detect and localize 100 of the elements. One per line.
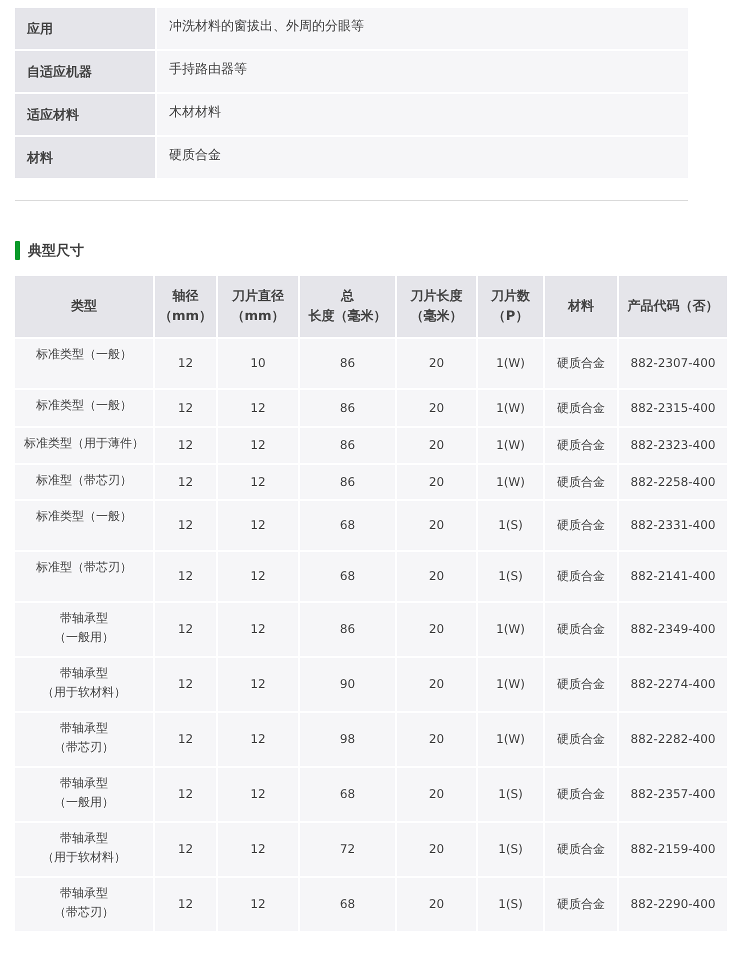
column-header: 材料 — [545, 276, 617, 337]
table-cell: 硬质合金 — [545, 339, 617, 388]
table-cell: 1(W) — [478, 658, 543, 711]
table-cell: 12 — [155, 390, 216, 426]
table-cell: 20 — [397, 658, 476, 711]
table-cell: 12 — [218, 878, 298, 931]
table-cell: 标准型（带芯刃） — [15, 552, 153, 601]
table-cell: 882-2141-400 — [619, 552, 727, 601]
table-cell: 硬质合金 — [545, 768, 617, 821]
table-cell: 标准类型（一般） — [15, 390, 153, 426]
table-cell: 882-2331-400 — [619, 501, 727, 550]
table-cell: 10 — [218, 339, 298, 388]
column-header: 产品代码（否） — [619, 276, 727, 337]
table-cell: 20 — [397, 713, 476, 766]
table-cell: 882-2159-400 — [619, 823, 727, 876]
table-cell: 882-2349-400 — [619, 603, 727, 656]
table-cell: 硬质合金 — [545, 501, 617, 550]
table-cell: 12 — [155, 603, 216, 656]
table-cell: 1(S) — [478, 552, 543, 601]
table-cell: 硬质合金 — [545, 552, 617, 601]
table-cell: 硬质合金 — [545, 603, 617, 656]
table-cell: 72 — [300, 823, 395, 876]
column-header: 刀片数（P） — [478, 276, 543, 337]
section-title: 典型尺寸 — [28, 242, 84, 260]
table-cell: 1(S) — [478, 878, 543, 931]
table-cell: 20 — [397, 768, 476, 821]
table-cell: 882-2282-400 — [619, 713, 727, 766]
table-cell: 20 — [397, 428, 476, 463]
table-cell: 12 — [218, 768, 298, 821]
table-cell: 882-2274-400 — [619, 658, 727, 711]
table-cell: 86 — [300, 465, 395, 499]
table-cell: 标准类型（用于薄件） — [15, 428, 153, 463]
table-cell: 12 — [218, 428, 298, 463]
table-cell: 标准类型（一般） — [15, 501, 153, 550]
spec-label: 自适应机器 — [15, 51, 157, 92]
table-cell: 带轴承型（一般用） — [15, 768, 153, 821]
table-cell: 68 — [300, 768, 395, 821]
table-cell: 1(S) — [478, 768, 543, 821]
table-cell: 1(W) — [478, 390, 543, 426]
table-cell: 68 — [300, 878, 395, 931]
table-cell: 12 — [218, 465, 298, 499]
table-cell: 硬质合金 — [545, 428, 617, 463]
table-cell: 90 — [300, 658, 395, 711]
table-cell: 882-2258-400 — [619, 465, 727, 499]
spec-value: 木材材料 — [157, 94, 688, 135]
table-cell: 硬质合金 — [545, 823, 617, 876]
table-cell: 带轴承型（带芯刃） — [15, 713, 153, 766]
table-cell: 12 — [155, 713, 216, 766]
column-header: 总长度（毫米） — [300, 276, 395, 337]
table-cell: 68 — [300, 552, 395, 601]
table-cell: 1(S) — [478, 823, 543, 876]
table-cell: 12 — [155, 465, 216, 499]
table-cell: 12 — [155, 823, 216, 876]
table-cell: 1(W) — [478, 465, 543, 499]
table-cell: 硬质合金 — [545, 878, 617, 931]
table-cell: 20 — [397, 339, 476, 388]
table-cell: 12 — [218, 390, 298, 426]
table-cell: 12 — [155, 658, 216, 711]
table-cell: 86 — [300, 339, 395, 388]
table-cell: 20 — [397, 465, 476, 499]
table-cell: 20 — [397, 390, 476, 426]
table-cell: 12 — [218, 658, 298, 711]
table-cell: 12 — [218, 713, 298, 766]
spec-value: 手持路由器等 — [157, 51, 688, 92]
table-cell: 86 — [300, 390, 395, 426]
spec-label: 材料 — [15, 137, 157, 178]
table-cell: 带轴承型（带芯刃） — [15, 878, 153, 931]
table-cell: 98 — [300, 713, 395, 766]
table-cell: 硬质合金 — [545, 390, 617, 426]
table-cell: 12 — [155, 428, 216, 463]
table-cell: 20 — [397, 878, 476, 931]
table-cell: 86 — [300, 603, 395, 656]
column-header: 刀片长度（毫米） — [397, 276, 476, 337]
table-cell: 标准型（带芯刃） — [15, 465, 153, 499]
table-cell: 12 — [218, 603, 298, 656]
column-header: 刀片直径（mm） — [218, 276, 298, 337]
table-cell: 882-2315-400 — [619, 390, 727, 426]
table-cell: 20 — [397, 823, 476, 876]
spec-value: 硬质合金 — [157, 137, 688, 178]
table-cell: 12 — [218, 552, 298, 601]
table-cell: 68 — [300, 501, 395, 550]
table-cell: 1(W) — [478, 428, 543, 463]
table-cell: 882-2323-400 — [619, 428, 727, 463]
table-cell: 882-2357-400 — [619, 768, 727, 821]
table-cell: 带轴承型（用于软材料） — [15, 658, 153, 711]
spec-value: 冲洗材料的窗拔出、外周的分眼等 — [157, 8, 688, 49]
table-cell: 带轴承型（用于软材料） — [15, 823, 153, 876]
spec-label: 应用 — [15, 8, 157, 49]
table-cell: 1(W) — [478, 713, 543, 766]
table-cell: 882-2307-400 — [619, 339, 727, 388]
table-cell: 硬质合金 — [545, 713, 617, 766]
column-header: 类型 — [15, 276, 153, 337]
table-cell: 标准类型（一般） — [15, 339, 153, 388]
table-cell: 20 — [397, 603, 476, 656]
table-cell: 12 — [218, 501, 298, 550]
section-marker — [15, 241, 20, 260]
column-header: 轴径（mm） — [155, 276, 216, 337]
table-cell: 20 — [397, 501, 476, 550]
table-cell: 12 — [155, 339, 216, 388]
table-cell: 882-2290-400 — [619, 878, 727, 931]
